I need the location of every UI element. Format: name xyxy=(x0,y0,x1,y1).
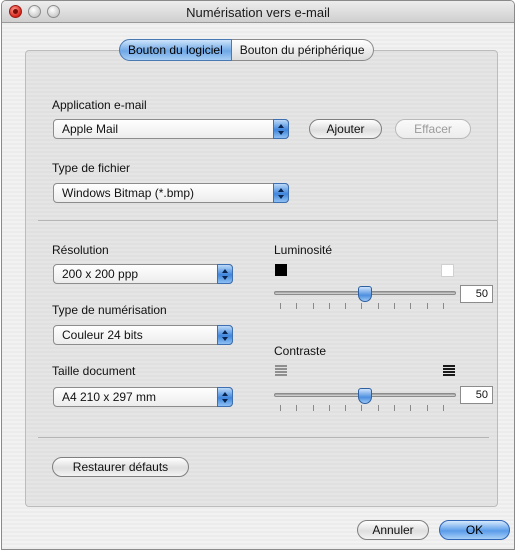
light-swatch-icon xyxy=(441,264,454,277)
scan-type-label: Type de numérisation xyxy=(52,303,167,317)
resolution-value: 200 x 200 ppp xyxy=(62,267,139,281)
email-app-value: Apple Mail xyxy=(62,122,119,136)
low-contrast-icon xyxy=(275,365,287,376)
popup-arrows-icon xyxy=(217,325,233,345)
email-app-select[interactable]: Apple Mail xyxy=(53,119,289,139)
file-type-select[interactable]: Windows Bitmap (*.bmp) xyxy=(53,183,289,203)
popup-arrows-icon xyxy=(273,183,289,203)
contrast-slider-thumb[interactable] xyxy=(358,388,372,404)
popup-arrows-icon xyxy=(273,119,289,139)
delete-button[interactable]: Effacer xyxy=(395,119,471,139)
restore-defaults-button[interactable]: Restaurer défauts xyxy=(52,457,189,477)
doc-size-select[interactable]: A4 210 x 297 mm xyxy=(53,387,233,407)
cancel-button[interactable]: Annuler xyxy=(357,520,429,540)
window-title: Numérisation vers e-mail xyxy=(186,5,330,20)
separator-top xyxy=(38,220,497,221)
doc-size-value: A4 210 x 297 mm xyxy=(62,390,157,404)
file-type-label: Type de fichier xyxy=(52,161,131,175)
dark-swatch-icon xyxy=(275,264,287,276)
popup-arrows-icon xyxy=(217,264,233,284)
dialog-window: Numérisation vers e-mail Bouton du logic… xyxy=(1,0,515,550)
separator-bottom xyxy=(38,437,489,438)
resolution-label: Résolution xyxy=(52,243,109,257)
scan-type-select[interactable]: Couleur 24 bits xyxy=(53,325,233,345)
popup-arrows-icon xyxy=(217,387,233,407)
ok-button[interactable]: OK xyxy=(439,520,510,540)
tab-device-button[interactable]: Bouton du périphérique xyxy=(231,39,374,61)
brightness-label: Luminosité xyxy=(274,243,333,257)
tab-software-button[interactable]: Bouton du logiciel xyxy=(119,39,232,61)
contrast-label: Contraste xyxy=(274,344,327,358)
brightness-value-field[interactable]: 50 xyxy=(460,285,493,303)
high-contrast-icon xyxy=(443,365,455,376)
resolution-select[interactable]: 200 x 200 ppp xyxy=(53,264,233,284)
doc-size-label: Taille document xyxy=(52,364,136,378)
brightness-slider-thumb[interactable] xyxy=(358,286,372,302)
brightness-ticks xyxy=(280,303,444,309)
scan-type-value: Couleur 24 bits xyxy=(62,328,143,342)
tab-bar: Bouton du logiciel Bouton du périphériqu… xyxy=(119,39,374,61)
add-button[interactable]: Ajouter xyxy=(309,119,382,139)
file-type-value: Windows Bitmap (*.bmp) xyxy=(62,186,195,200)
email-app-label: Application e-mail xyxy=(52,98,147,112)
title-bar: Numérisation vers e-mail xyxy=(2,1,514,23)
contrast-value-field[interactable]: 50 xyxy=(460,386,493,404)
contrast-ticks xyxy=(280,405,444,411)
